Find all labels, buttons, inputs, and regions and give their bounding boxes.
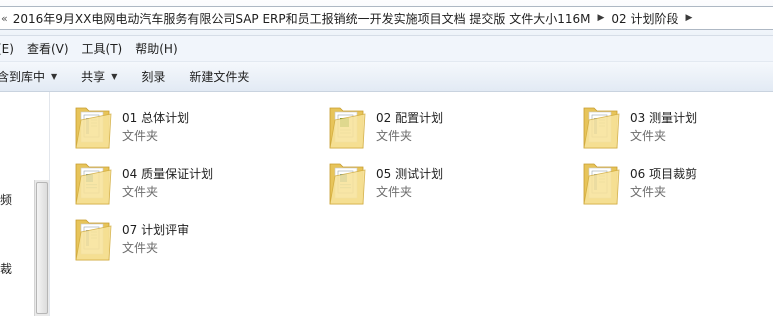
breadcrumb-separator-icon[interactable]: ▶	[686, 13, 693, 23]
folder-type: 文件夹	[122, 129, 159, 143]
menu-view[interactable]: 查看(V)	[27, 40, 69, 57]
include-in-library-button[interactable]: 含到库中 ▼	[0, 68, 57, 85]
nav-scrollbar-thumb[interactable]	[36, 182, 48, 314]
folder-icon	[329, 107, 366, 149]
folder-item[interactable]: 05 测试计划 文件夹	[327, 158, 547, 212]
folder-item[interactable]: 02 配置计划 文件夹	[327, 102, 547, 156]
folder-icon	[75, 107, 112, 149]
address-bar: « 2016年9月XX电网电动汽车服务有限公司SAP ERP和员工报销统一开发实…	[0, 0, 773, 36]
folder-icon	[583, 107, 620, 149]
menu-edit[interactable]: (E)	[0, 42, 14, 56]
menu-tools[interactable]: 工具(T)	[82, 40, 123, 57]
folder-type: 文件夹	[376, 129, 413, 143]
folder-icon	[75, 219, 112, 261]
folder-type: 文件夹	[630, 185, 667, 199]
folder-type: 文件夹	[122, 241, 159, 255]
folder-name: 01 总体计划	[122, 111, 190, 125]
share-button[interactable]: 共享 ▼	[81, 68, 117, 85]
folder-type: 文件夹	[376, 185, 413, 199]
navigation-pane: 频 裁	[0, 92, 50, 316]
dropdown-caret-icon: ▼	[111, 72, 118, 81]
folder-item[interactable]: 04 质量保证计划 文件夹	[73, 158, 293, 212]
nav-scrollbar[interactable]	[34, 180, 49, 316]
folder-item[interactable]: 07 计划评审 文件夹	[73, 214, 293, 268]
breadcrumb-current[interactable]: 02 计划阶段	[611, 10, 678, 27]
breadcrumb-project[interactable]: 2016年9月XX电网电动汽车服务有限公司SAP ERP和员工报销统一开发实施项…	[13, 10, 591, 27]
file-list: 01 总体计划 文件夹 02 配置计划 文件夹 03 测量计划 文件夹 04 质…	[51, 92, 773, 316]
folder-icon	[329, 163, 366, 205]
folder-icon	[75, 163, 112, 205]
folder-name: 04 质量保证计划	[122, 167, 214, 181]
command-toolbar: 含到库中 ▼ 共享 ▼ 刻录 新建文件夹	[0, 62, 773, 92]
folder-name: 06 项目裁剪	[630, 167, 698, 181]
share-label: 共享	[81, 70, 106, 84]
folder-name: 03 测量计划	[630, 111, 698, 125]
folder-type: 文件夹	[630, 129, 667, 143]
new-folder-button[interactable]: 新建文件夹	[189, 68, 249, 85]
nav-item-label[interactable]: 频	[0, 191, 12, 208]
folder-icon	[583, 163, 620, 205]
overflow-chevron-icon[interactable]: «	[1, 12, 8, 25]
burn-button[interactable]: 刻录	[141, 68, 165, 85]
folder-item[interactable]: 03 测量计划 文件夹	[581, 102, 773, 156]
breadcrumb-separator-icon[interactable]: ▶	[598, 13, 605, 23]
folder-name: 02 配置计划	[376, 111, 444, 125]
include-in-library-label: 含到库中	[0, 70, 46, 84]
folder-item[interactable]: 01 总体计划 文件夹	[73, 102, 293, 156]
address-field[interactable]: « 2016年9月XX电网电动汽车服务有限公司SAP ERP和员工报销统一开发实…	[0, 6, 773, 30]
menu-help[interactable]: 帮助(H)	[135, 40, 177, 57]
folder-name: 07 计划评审	[122, 223, 190, 237]
menu-bar: (E) 查看(V) 工具(T) 帮助(H)	[0, 36, 773, 62]
folder-type: 文件夹	[122, 185, 159, 199]
nav-item-label[interactable]: 裁	[0, 260, 12, 277]
folder-name: 05 测试计划	[376, 167, 444, 181]
dropdown-caret-icon: ▼	[51, 72, 58, 81]
folder-item[interactable]: 06 项目裁剪 文件夹	[581, 158, 773, 212]
